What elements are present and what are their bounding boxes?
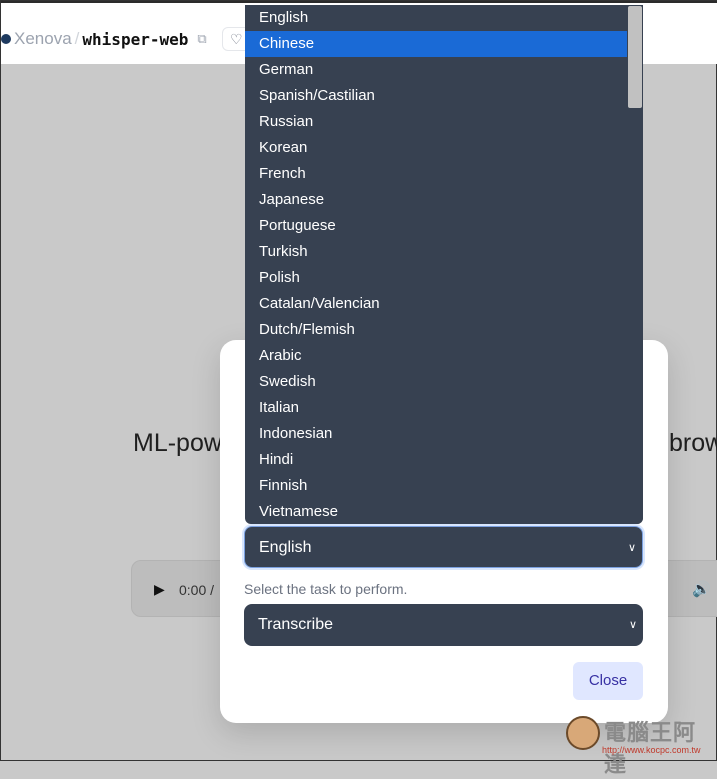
dropdown-option[interactable]: Korean bbox=[245, 135, 643, 161]
repo-link[interactable]: whisper-web bbox=[82, 30, 188, 49]
task-label: Select the task to perform. bbox=[244, 581, 408, 597]
dropdown-option[interactable]: Portuguese bbox=[245, 213, 643, 239]
owner-link[interactable]: Xenova bbox=[14, 29, 72, 49]
dropdown-option[interactable]: English bbox=[245, 5, 643, 31]
audio-time: 0:00 / bbox=[179, 582, 215, 598]
dropdown-option[interactable]: Chinese bbox=[245, 31, 643, 57]
dropdown-option[interactable]: Vietnamese bbox=[245, 499, 643, 524]
headline-right: brow bbox=[669, 429, 717, 457]
task-select-value: Transcribe bbox=[258, 616, 333, 633]
dropdown-option[interactable]: Finnish bbox=[245, 473, 643, 499]
heart-icon: ♡ bbox=[230, 31, 243, 47]
language-select-value: English bbox=[259, 539, 312, 556]
play-icon[interactable]: ▶ bbox=[154, 581, 165, 598]
dropdown-option[interactable]: Dutch/Flemish bbox=[245, 317, 643, 343]
scrollbar-thumb[interactable] bbox=[628, 6, 642, 108]
chevron-down-icon: ∨ bbox=[627, 542, 636, 554]
owner-avatar bbox=[1, 34, 11, 44]
mascot-icon bbox=[566, 716, 600, 750]
task-select[interactable]: Transcribe ∨ bbox=[244, 604, 643, 646]
dropdown-option[interactable]: Spanish/Castilian bbox=[245, 83, 643, 109]
dropdown-option[interactable]: Italian bbox=[245, 395, 643, 421]
language-select[interactable]: English ∨ bbox=[244, 526, 643, 568]
dropdown-option[interactable]: Swedish bbox=[245, 369, 643, 395]
dropdown-option[interactable]: Japanese bbox=[245, 187, 643, 213]
close-button[interactable]: Close bbox=[573, 662, 643, 700]
dropdown-option[interactable]: German bbox=[245, 57, 643, 83]
language-dropdown-list[interactable]: English Chinese German Spanish/Castilian Rus… bbox=[245, 5, 643, 524]
dropdown-option[interactable]: Turkish bbox=[245, 239, 643, 265]
watermark-url: http://www.kocpc.com.tw bbox=[602, 745, 701, 755]
dropdown-option[interactable]: Polish bbox=[245, 265, 643, 291]
dropdown-option[interactable]: Arabic bbox=[245, 343, 643, 369]
chevron-down-icon: ∨ bbox=[628, 619, 637, 631]
headline-left: ML-pow bbox=[133, 429, 222, 457]
dropdown-option[interactable]: Hindi bbox=[245, 447, 643, 473]
watermark-logo: 電腦王阿達 http://www.kocpc.com.tw bbox=[566, 713, 716, 777]
volume-icon[interactable]: 🔊 bbox=[692, 580, 711, 598]
dropdown-option[interactable]: Russian bbox=[245, 109, 643, 135]
dropdown-option[interactable]: French bbox=[245, 161, 643, 187]
breadcrumb-separator: / bbox=[74, 29, 80, 48]
dropdown-option[interactable]: Catalan/Valencian bbox=[245, 291, 643, 317]
breadcrumb: Xenova / whisper-web ⧉ bbox=[1, 29, 207, 49]
dropdown-option[interactable]: Indonesian bbox=[245, 421, 643, 447]
scrollbar[interactable] bbox=[627, 5, 643, 524]
copy-icon[interactable]: ⧉ bbox=[197, 31, 206, 47]
